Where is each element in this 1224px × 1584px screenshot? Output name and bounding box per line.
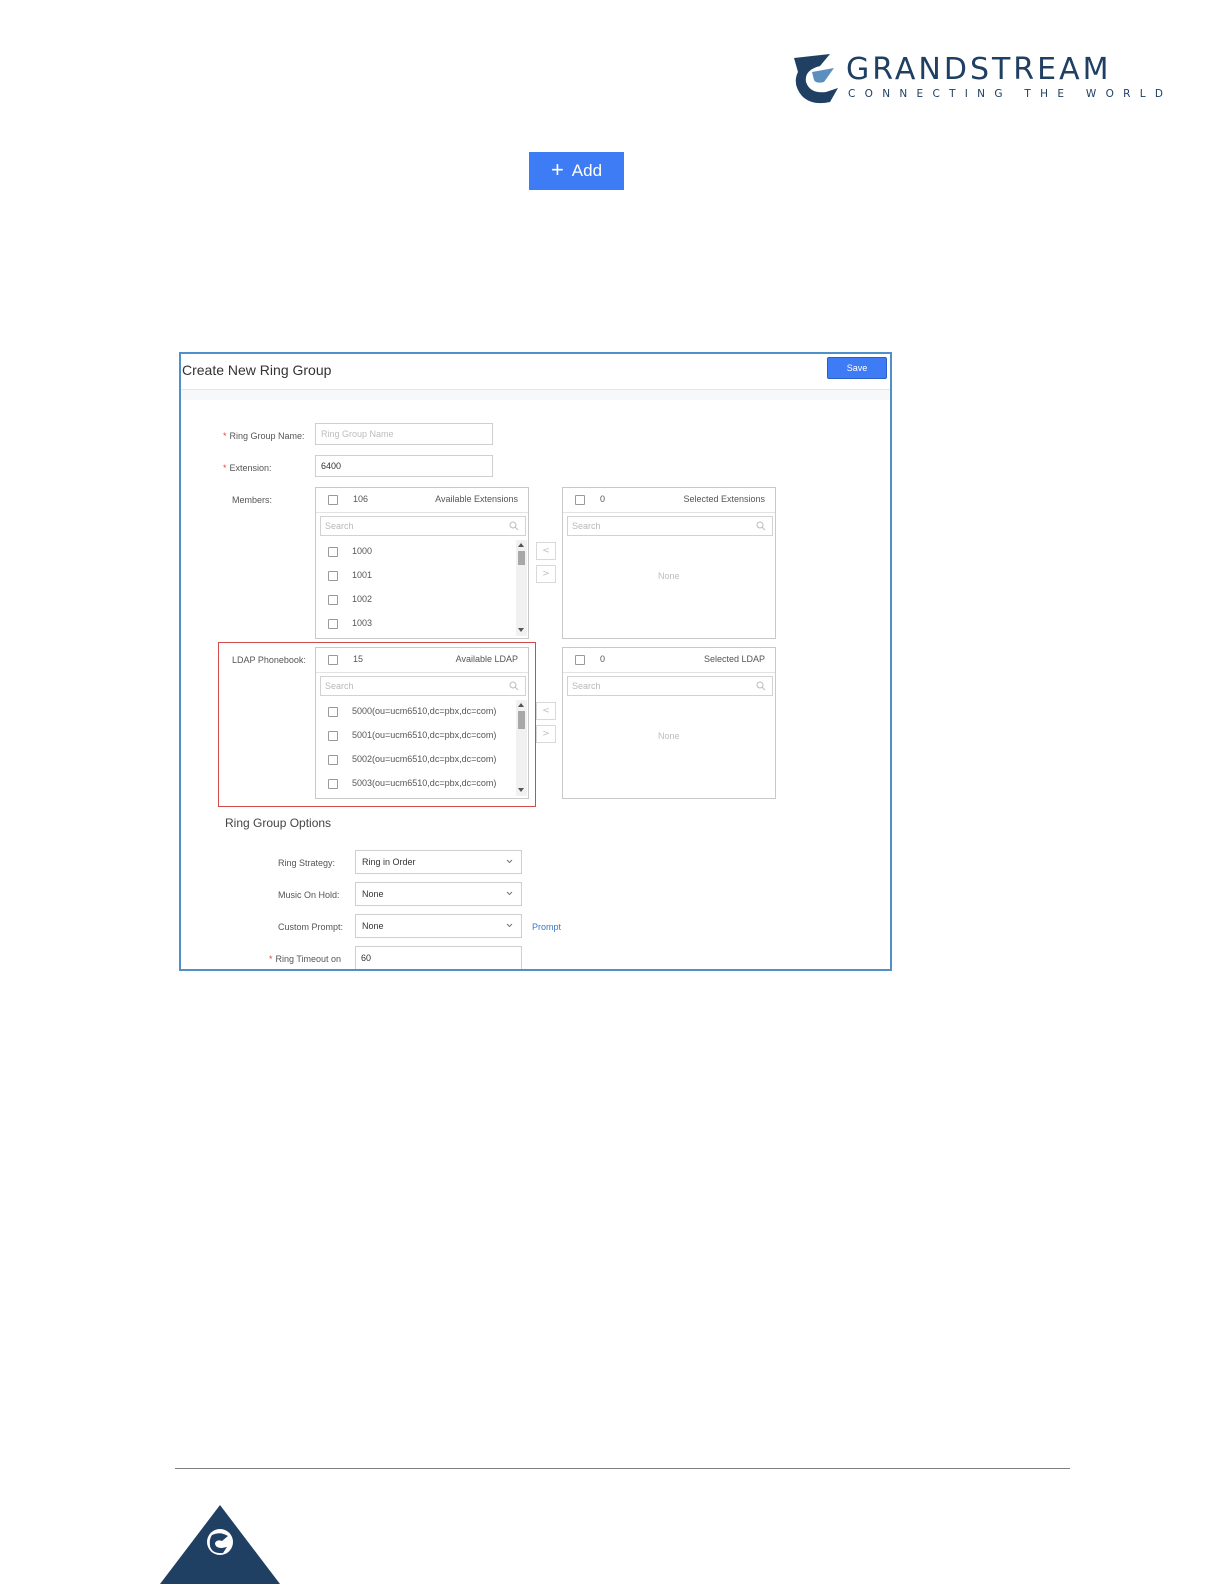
selected-ldap-header: 0 Selected LDAP (563, 648, 775, 673)
select-all-checkbox[interactable] (328, 495, 338, 505)
search-icon (509, 681, 519, 691)
dialog-title: Create New Ring Group (182, 362, 332, 378)
scroll-down-icon[interactable] (518, 628, 524, 632)
list-item[interactable]: 1003 (316, 612, 516, 636)
scroll-thumb[interactable] (518, 551, 525, 565)
required-asterisk: * (223, 463, 227, 473)
header-shadow (181, 390, 890, 400)
available-extensions-list: 106 Available Extensions Search 1000 100… (315, 487, 529, 639)
item-checkbox[interactable] (328, 547, 338, 557)
selected-extensions-header: 0 Selected Extensions (563, 488, 775, 513)
scroll-up-icon[interactable] (518, 543, 524, 547)
item-checkbox[interactable] (328, 731, 338, 741)
scrollbar[interactable] (516, 700, 527, 796)
available-extensions-title: Available Extensions (435, 494, 518, 504)
item-checkbox[interactable] (328, 619, 338, 629)
footer-divider (175, 1468, 1070, 1469)
item-checkbox[interactable] (328, 779, 338, 789)
list-item[interactable]: 1001 (316, 564, 516, 588)
list-item[interactable]: 5002(ou=ucm6510,dc=pbx,dc=com) (316, 748, 516, 772)
empty-list-text: None (658, 571, 680, 581)
custom-prompt-label: Custom Prompt: (278, 922, 344, 932)
ring-strategy-label: Ring Strategy: (278, 858, 336, 868)
footer-logo-icon (160, 1505, 280, 1584)
scroll-thumb[interactable] (518, 711, 525, 729)
ring-group-name-label: * Ring Group Name: (223, 431, 305, 441)
item-checkbox[interactable] (328, 571, 338, 581)
custom-prompt-select[interactable]: None (355, 914, 522, 938)
select-all-checkbox[interactable] (575, 655, 585, 665)
move-left-button[interactable]: < (536, 702, 556, 720)
list-item[interactable]: 1002 (316, 588, 516, 612)
selected-ldap-count: 0 (600, 654, 606, 664)
create-ring-group-dialog: Create New Ring Group Save * Ring Group N… (179, 352, 892, 971)
brand-tagline: CONNECTING THE WORLD (848, 88, 1173, 100)
ring-timeout-input[interactable]: 60 (355, 946, 522, 969)
empty-list-text: None (658, 731, 680, 741)
available-ldap-list: 15 Available LDAP Search 5000(ou=ucm6510… (315, 647, 529, 799)
select-all-checkbox[interactable] (575, 495, 585, 505)
selected-ldap-search[interactable]: Search (567, 676, 773, 696)
grandstream-logo-icon (794, 54, 838, 104)
list-item[interactable]: 5001(ou=ucm6510,dc=pbx,dc=com) (316, 724, 516, 748)
item-checkbox[interactable] (328, 755, 338, 765)
chevron-down-icon (506, 923, 513, 928)
item-checkbox[interactable] (328, 595, 338, 605)
plus-icon: + (550, 157, 564, 182)
required-asterisk: * (269, 954, 273, 964)
available-ldap-count: 15 (353, 654, 364, 664)
list-item[interactable]: 5000(ou=ucm6510,dc=pbx,dc=com) (316, 700, 516, 724)
ring-group-name-input[interactable]: Ring Group Name (315, 423, 493, 445)
ldap-phonebook-label: LDAP Phonebook: (232, 655, 306, 665)
list-item[interactable]: 1000 (316, 540, 516, 564)
list-item[interactable]: 5003(ou=ucm6510,dc=pbx,dc=com) (316, 772, 516, 796)
scroll-down-icon[interactable] (518, 788, 524, 792)
available-extensions-count: 106 (353, 494, 369, 504)
select-all-checkbox[interactable] (328, 655, 338, 665)
selected-extensions-search[interactable]: Search (567, 516, 773, 536)
music-on-hold-select[interactable]: None (355, 882, 522, 906)
available-ldap-search[interactable]: Search (320, 676, 526, 696)
prompt-link[interactable]: Prompt (532, 922, 561, 932)
scrollbar[interactable] (516, 540, 527, 636)
search-icon (756, 681, 766, 691)
available-extensions-header: 106 Available Extensions (316, 488, 528, 513)
music-on-hold-label: Music On Hold: (278, 890, 340, 900)
selected-extensions-count: 0 (600, 494, 606, 504)
extension-input[interactable]: 6400 (315, 455, 493, 477)
item-checkbox[interactable] (328, 707, 338, 717)
chevron-down-icon (506, 859, 513, 864)
selected-ldap-list: 0 Selected LDAP Search None (562, 647, 776, 799)
brand-name: GRANDSTREAM (846, 52, 1112, 87)
required-asterisk: * (223, 431, 227, 441)
selected-ldap-title: Selected LDAP (703, 654, 765, 664)
selected-extensions-title: Selected Extensions (683, 494, 765, 504)
save-button[interactable]: Save (827, 357, 887, 379)
add-button[interactable]: + Add (529, 152, 624, 190)
move-right-button[interactable]: > (536, 725, 556, 743)
members-label: Members: (232, 495, 273, 505)
search-icon (756, 521, 766, 531)
add-button-label: Add (571, 161, 603, 180)
available-ldap-title: Available LDAP (455, 654, 518, 664)
selected-extensions-list: 0 Selected Extensions Search None (562, 487, 776, 639)
ring-group-options-title: Ring Group Options (225, 816, 332, 830)
available-ldap-header: 15 Available LDAP (316, 648, 528, 673)
ring-timeout-label: * Ring Timeout on (269, 954, 342, 964)
dialog-header: Create New Ring Group Save (181, 354, 890, 390)
available-extensions-search[interactable]: Search (320, 516, 526, 536)
ring-strategy-select[interactable]: Ring in Order (355, 850, 522, 874)
move-right-button[interactable]: > (536, 565, 556, 583)
move-left-button[interactable]: < (536, 542, 556, 560)
search-icon (509, 521, 519, 531)
chevron-down-icon (506, 891, 513, 896)
extension-label: * Extension: (223, 463, 272, 473)
scroll-up-icon[interactable] (518, 703, 524, 707)
